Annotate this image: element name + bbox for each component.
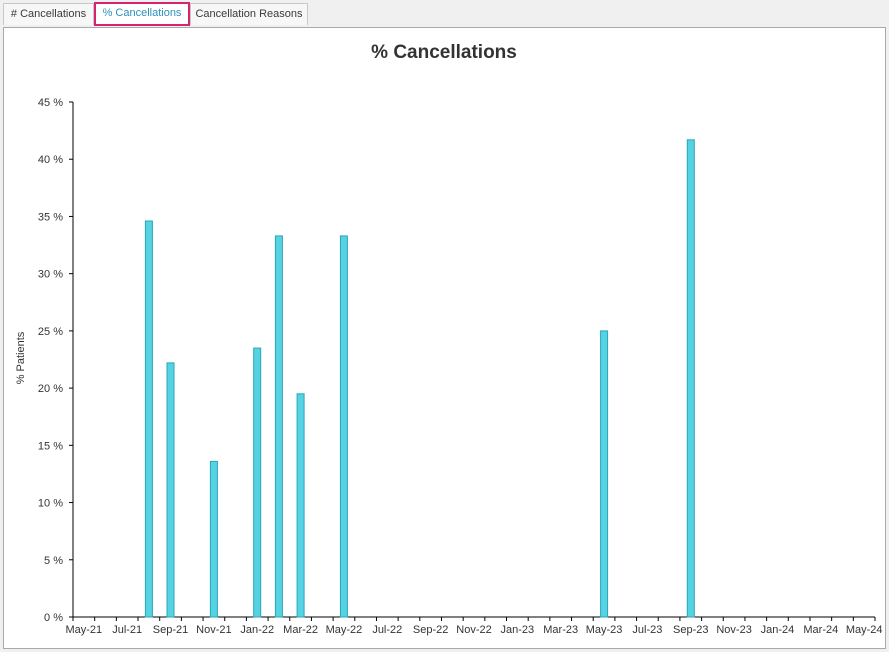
bar-jan-22[interactable] bbox=[253, 347, 262, 618]
bar-may-23[interactable] bbox=[600, 330, 609, 618]
chart-panel: % Cancellations % Patients 0 % 5 % 10 % 15 … bbox=[3, 27, 886, 649]
x-tick-label: Nov-22 bbox=[456, 624, 491, 636]
x-tick-label: Nov-23 bbox=[716, 624, 751, 636]
tab-label: # Cancellations bbox=[10, 8, 87, 20]
bars bbox=[144, 139, 695, 618]
x-tick-label: May-22 bbox=[326, 624, 363, 636]
y-tick-label: 20 % bbox=[38, 383, 63, 395]
x-tick-label: Mar-22 bbox=[283, 624, 318, 636]
x-tick-label: May-24 bbox=[846, 624, 883, 636]
tab-label: Cancellation Reasons bbox=[195, 8, 303, 20]
x-tick-label: Mar-23 bbox=[543, 624, 578, 636]
tab-strip: # Cancellations % Cancellations Cancella… bbox=[0, 0, 889, 27]
y-tick-label: 5 % bbox=[44, 555, 63, 567]
tab-cancellation-reasons[interactable]: Cancellation Reasons bbox=[190, 3, 308, 25]
y-tick-label: 30 % bbox=[38, 269, 63, 281]
y-tick-label: 0 % bbox=[44, 612, 63, 624]
y-tick-label: 15 % bbox=[38, 440, 63, 452]
x-tick-label: May-23 bbox=[586, 624, 623, 636]
bar-feb-22[interactable] bbox=[274, 235, 283, 618]
x-tick-label: Jan-23 bbox=[501, 624, 535, 636]
x-tick-label: Jan-22 bbox=[240, 624, 274, 636]
y-tick-label: 10 % bbox=[38, 498, 63, 510]
tab-label: % Cancellations bbox=[102, 7, 182, 19]
y-tick-label: 25 % bbox=[38, 326, 63, 338]
bar-aug-21[interactable] bbox=[144, 220, 153, 618]
x-tick-label: Mar-24 bbox=[803, 624, 838, 636]
tab-count-cancellations[interactable]: # Cancellations bbox=[3, 3, 94, 25]
x-tick-label: Sep-23 bbox=[673, 624, 708, 636]
chart-title: % Cancellations bbox=[371, 42, 517, 63]
y-tick-label: 35 % bbox=[38, 211, 63, 223]
x-tick-label: Sep-21 bbox=[153, 624, 188, 636]
bar-sep-23[interactable] bbox=[686, 139, 695, 618]
bar-may-22[interactable] bbox=[339, 235, 348, 618]
bar-sep-21[interactable] bbox=[166, 362, 175, 618]
y-axis-label: % Patients bbox=[15, 331, 27, 384]
y-tick-label: 40 % bbox=[38, 154, 63, 166]
x-tick-label: Jul-21 bbox=[112, 624, 142, 636]
axes: 0 % 5 % 10 % 15 % 20 % 25 % 30 % 35 % 40 % 45 % Ma… bbox=[38, 97, 883, 636]
x-tick-label: Jul-22 bbox=[372, 624, 402, 636]
x-tick-label: Jan-24 bbox=[761, 624, 795, 636]
bar-nov-21[interactable] bbox=[209, 460, 218, 618]
tab-percent-cancellations[interactable]: % Cancellations bbox=[94, 2, 190, 26]
y-tick-label: 45 % bbox=[38, 97, 63, 109]
x-tick-label: Jul-23 bbox=[632, 624, 662, 636]
bar-mar-22[interactable] bbox=[296, 393, 305, 618]
x-tick-label: Nov-21 bbox=[196, 624, 231, 636]
cancellation-percent-chart: % Cancellations % Patients 0 % 5 % 10 % 15 … bbox=[15, 42, 883, 636]
x-tick-label: Sep-22 bbox=[413, 624, 448, 636]
x-tick-label: May-21 bbox=[65, 624, 102, 636]
